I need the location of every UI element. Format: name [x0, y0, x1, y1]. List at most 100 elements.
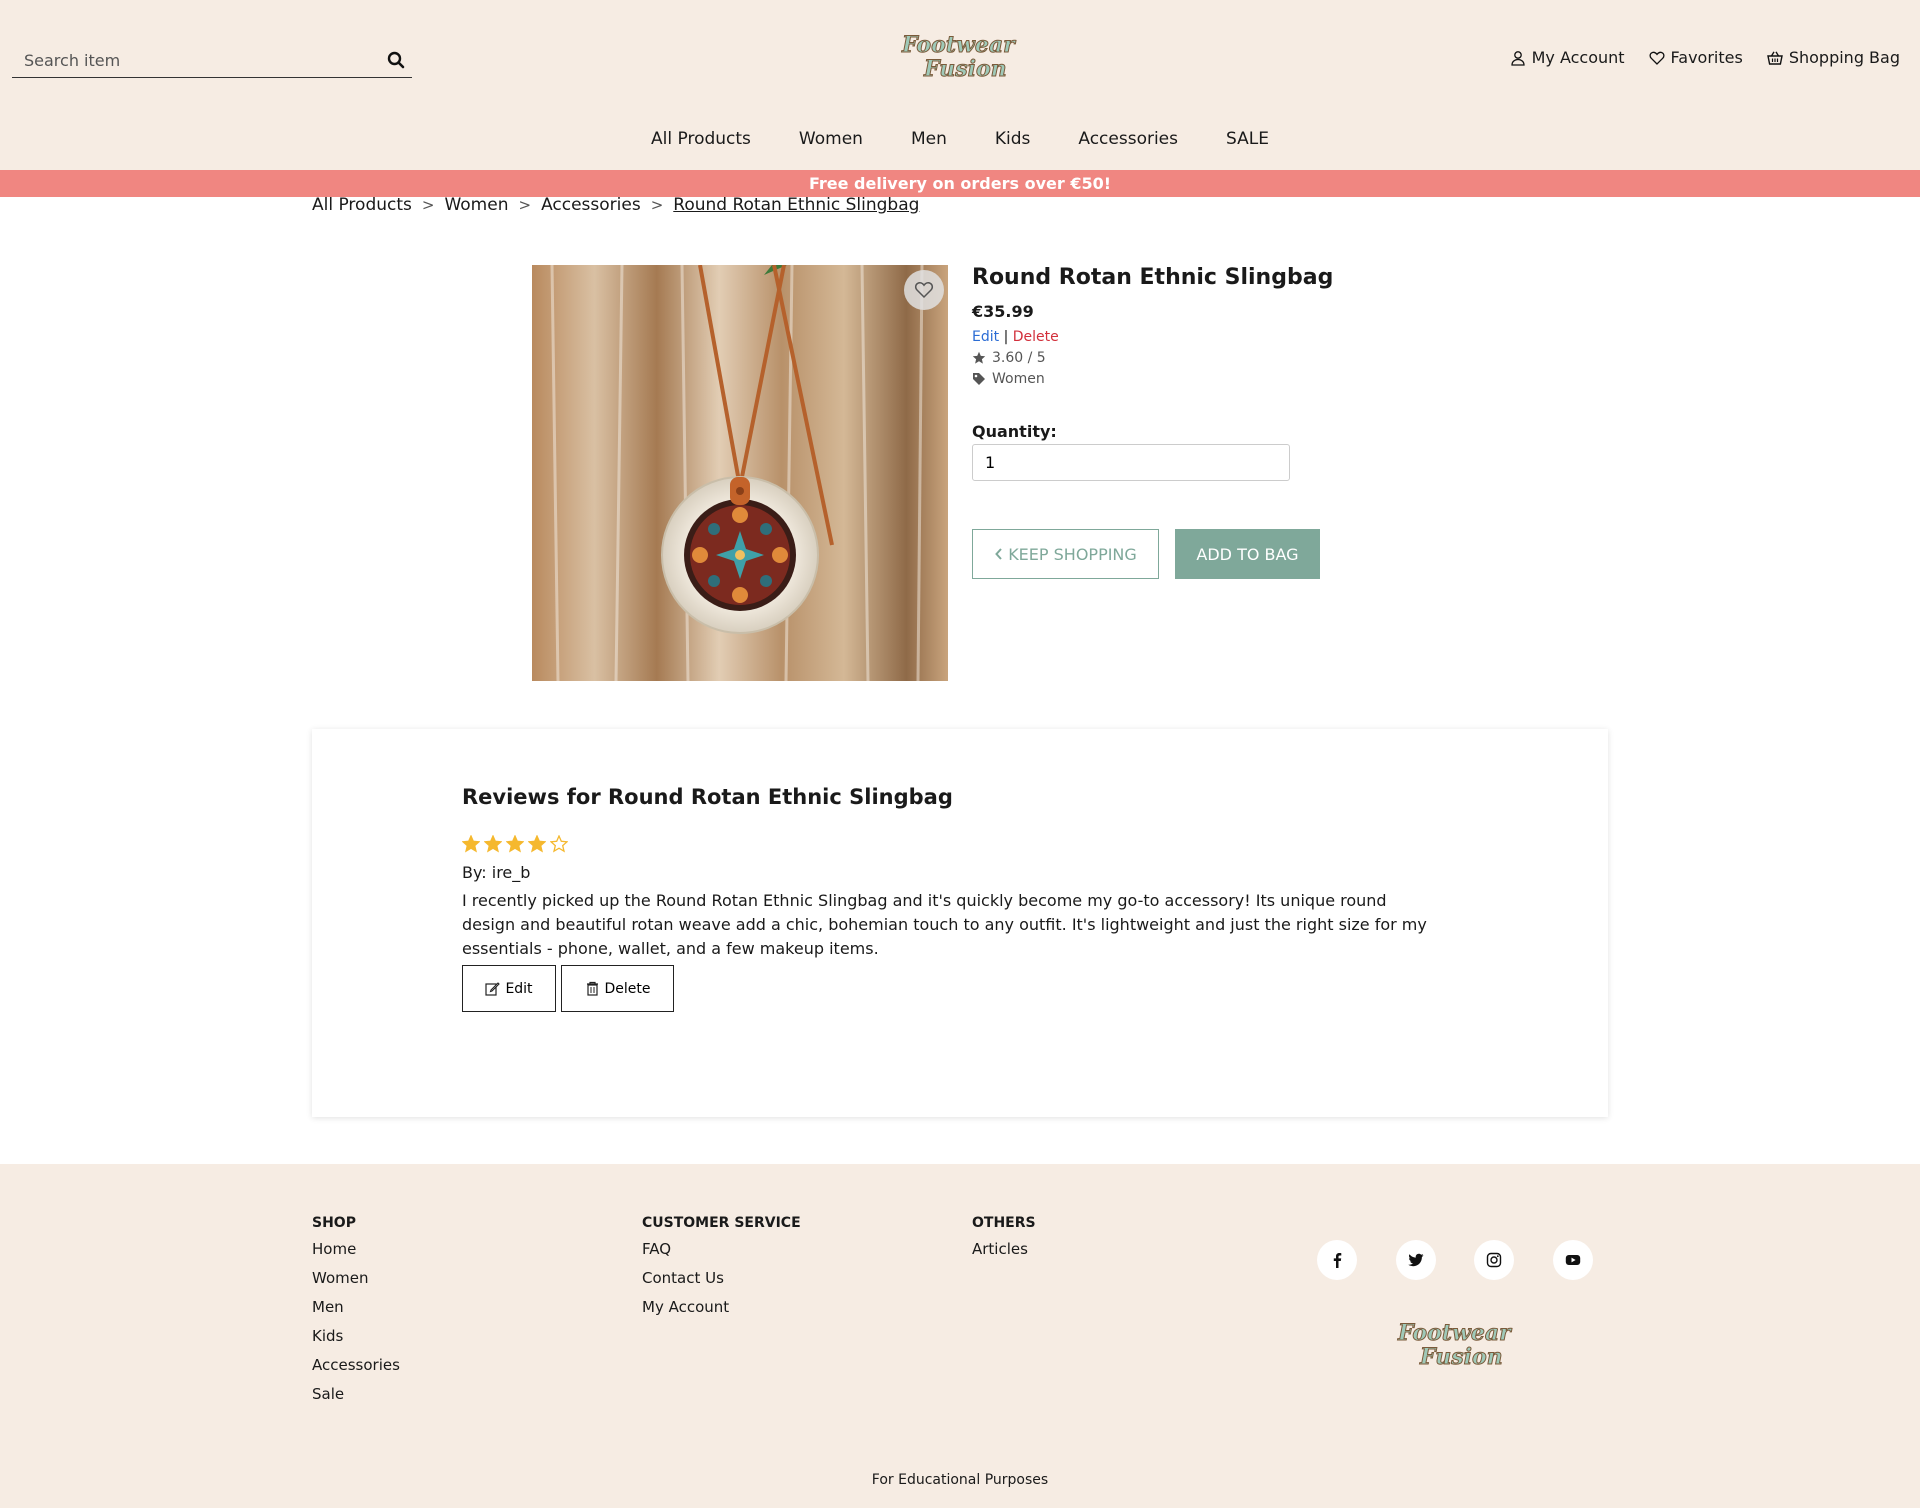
nav-kids[interactable]: Kids	[971, 129, 1055, 149]
star-icon	[972, 351, 986, 364]
breadcrumb-women[interactable]: Women	[444, 195, 508, 215]
favorites-link[interactable]: Favorites	[1649, 48, 1743, 67]
user-icon	[1510, 50, 1525, 66]
review-text: I recently picked up the Round Rotan Eth…	[462, 891, 1427, 958]
product-edit-link[interactable]: Edit	[972, 329, 999, 345]
shopping-bag-link[interactable]: Shopping Bag	[1766, 48, 1900, 67]
review-author: By: ire_b	[462, 863, 531, 882]
footer-link-faq[interactable]: FAQ	[642, 1240, 801, 1258]
product-name: Round Rotan Ethnic Slingbag	[972, 265, 1334, 290]
nav-women[interactable]: Women	[775, 129, 887, 149]
footer-brand-logo[interactable]: Footwear Fusion	[1394, 1318, 1518, 1372]
footer-link-my-account[interactable]: My Account	[642, 1298, 801, 1316]
nav-men[interactable]: Men	[887, 129, 971, 149]
svg-text:Fusion: Fusion	[923, 56, 1007, 82]
product-rating: 3.60 / 5	[972, 350, 1372, 366]
edit-icon	[485, 982, 501, 996]
facebook-link[interactable]	[1317, 1240, 1357, 1280]
nav-accessories[interactable]: Accessories	[1054, 129, 1202, 149]
my-account-link[interactable]: My Account	[1510, 48, 1625, 67]
heart-icon	[914, 282, 934, 299]
quantity-label: Quantity:	[972, 422, 1057, 441]
footer-customer-service-column: CUSTOMER SERVICE FAQ Contact Us My Accou…	[642, 1215, 801, 1327]
svg-text:Footwear: Footwear	[901, 32, 1016, 58]
product-category: Women	[972, 371, 1372, 387]
review-delete-label: Delete	[604, 980, 651, 997]
heart-icon	[1649, 51, 1665, 65]
breadcrumb-separator: >	[650, 196, 664, 214]
review-edit-label: Edit	[505, 980, 533, 997]
twitter-icon	[1408, 1253, 1424, 1267]
rating-value: 3.60 / 5	[992, 350, 1046, 366]
search-bar	[12, 44, 412, 78]
star-empty-icon	[550, 835, 568, 853]
promo-banner: Free delivery on orders over €50!	[0, 170, 1920, 197]
favorites-label: Favorites	[1670, 48, 1743, 67]
favorite-button[interactable]	[904, 270, 944, 310]
product-delete-link[interactable]: Delete	[1013, 329, 1059, 345]
breadcrumb: All Products > Women > Accessories > Rou…	[312, 195, 919, 215]
keep-shopping-label: KEEP SHOPPING	[1008, 544, 1137, 564]
basket-icon	[1766, 50, 1783, 65]
footer-shop-heading: SHOP	[312, 1215, 356, 1231]
quantity-input[interactable]	[972, 444, 1290, 481]
search-input[interactable]	[12, 44, 372, 76]
main-nav: All Products Women Men Kids Accessories …	[0, 129, 1920, 149]
search-icon[interactable]	[386, 50, 406, 70]
instagram-icon	[1486, 1252, 1502, 1268]
footer-link-articles[interactable]: Articles	[972, 1240, 1036, 1258]
breadcrumb-all-products[interactable]: All Products	[312, 195, 412, 215]
nav-sale[interactable]: SALE	[1202, 129, 1293, 149]
youtube-link[interactable]	[1553, 1240, 1593, 1280]
tag-icon	[973, 373, 985, 385]
review-edit-button[interactable]: Edit	[462, 965, 556, 1012]
twitter-link[interactable]	[1396, 1240, 1436, 1280]
footer-link-men[interactable]: Men	[312, 1298, 400, 1316]
star-filled-icon	[462, 835, 480, 853]
reviews-title: Reviews for Round Rotan Ethnic Slingbag	[462, 785, 953, 809]
footer-shop-column: SHOP Home Women Men Kids Accessories Sal…	[312, 1215, 400, 1414]
star-filled-icon	[506, 835, 524, 853]
shopping-bag-label: Shopping Bag	[1788, 48, 1900, 67]
product-price: €35.99	[972, 302, 1034, 321]
add-to-bag-button[interactable]: ADD TO BAG	[1175, 529, 1320, 579]
facebook-icon	[1333, 1253, 1342, 1268]
footer-link-kids[interactable]: Kids	[312, 1327, 400, 1345]
my-account-label: My Account	[1531, 48, 1625, 67]
footer-others-heading: OTHERS	[972, 1215, 1036, 1231]
keep-shopping-button[interactable]: KEEP SHOPPING	[972, 529, 1159, 579]
breadcrumb-current[interactable]: Round Rotan Ethnic Slingbag	[673, 195, 919, 215]
footer-customer-service-heading: CUSTOMER SERVICE	[642, 1215, 801, 1231]
product-details: Round Rotan Ethnic Slingbag €35.99 Edit …	[972, 265, 1372, 387]
svg-text:Footwear: Footwear	[1397, 1320, 1512, 1346]
review-stars	[462, 835, 568, 853]
trash-icon	[586, 981, 598, 996]
chevron-left-icon	[995, 548, 1002, 560]
review-delete-button[interactable]: Delete	[561, 965, 674, 1012]
product-image	[532, 265, 948, 681]
category-value: Women	[992, 371, 1045, 387]
breadcrumb-separator: >	[421, 196, 435, 214]
account-nav: My Account Favorites Shopping Bag	[1510, 48, 1900, 67]
breadcrumb-accessories[interactable]: Accessories	[541, 195, 641, 215]
youtube-icon	[1565, 1255, 1581, 1265]
nav-all-products[interactable]: All Products	[627, 129, 775, 149]
footer-link-sale[interactable]: Sale	[312, 1385, 400, 1403]
footer-note: For Educational Purposes	[871, 1472, 1049, 1488]
brand-logo[interactable]: Footwear Fusion	[898, 30, 1022, 84]
reviews-section: Reviews for Round Rotan Ethnic Slingbag …	[312, 729, 1608, 1117]
site-footer: SHOP Home Women Men Kids Accessories Sal…	[0, 1164, 1920, 1508]
product-admin-links: Edit | Delete	[972, 329, 1372, 345]
footer-link-contact-us[interactable]: Contact Us	[642, 1269, 801, 1287]
instagram-link[interactable]	[1474, 1240, 1514, 1280]
footer-link-women[interactable]: Women	[312, 1269, 400, 1287]
star-filled-icon	[528, 835, 546, 853]
footer-link-home[interactable]: Home	[312, 1240, 400, 1258]
admin-divider: |	[1003, 329, 1009, 345]
site-header: Footwear Fusion My Account Favorites Sho…	[0, 0, 1920, 170]
breadcrumb-separator: >	[518, 196, 532, 214]
star-filled-icon	[484, 835, 502, 853]
footer-others-column: OTHERS Articles	[972, 1215, 1036, 1269]
svg-text:Fusion: Fusion	[1419, 1344, 1503, 1370]
footer-link-accessories[interactable]: Accessories	[312, 1356, 400, 1374]
